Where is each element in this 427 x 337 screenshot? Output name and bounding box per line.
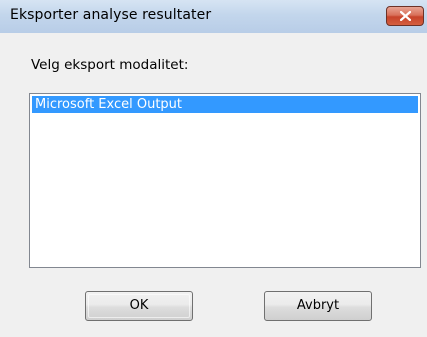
title-bar[interactable]: Eksporter analyse resultater: [0, 0, 427, 33]
close-button[interactable]: [386, 6, 424, 26]
window-title: Eksporter analyse resultater: [10, 7, 212, 23]
ok-button-label: OK: [129, 298, 149, 313]
ok-button[interactable]: OK: [85, 291, 193, 321]
export-modality-label: Velg eksport modalitet:: [31, 57, 189, 73]
cancel-button[interactable]: Avbryt: [264, 291, 372, 321]
close-icon: [400, 11, 411, 21]
export-dialog: Eksporter analyse resultater Velg ekspor…: [0, 0, 427, 337]
list-item-microsoft-excel-output[interactable]: Microsoft Excel Output: [32, 96, 418, 113]
export-modality-listbox[interactable]: Microsoft Excel Output: [29, 93, 421, 268]
cancel-button-label: Avbryt: [296, 298, 340, 313]
